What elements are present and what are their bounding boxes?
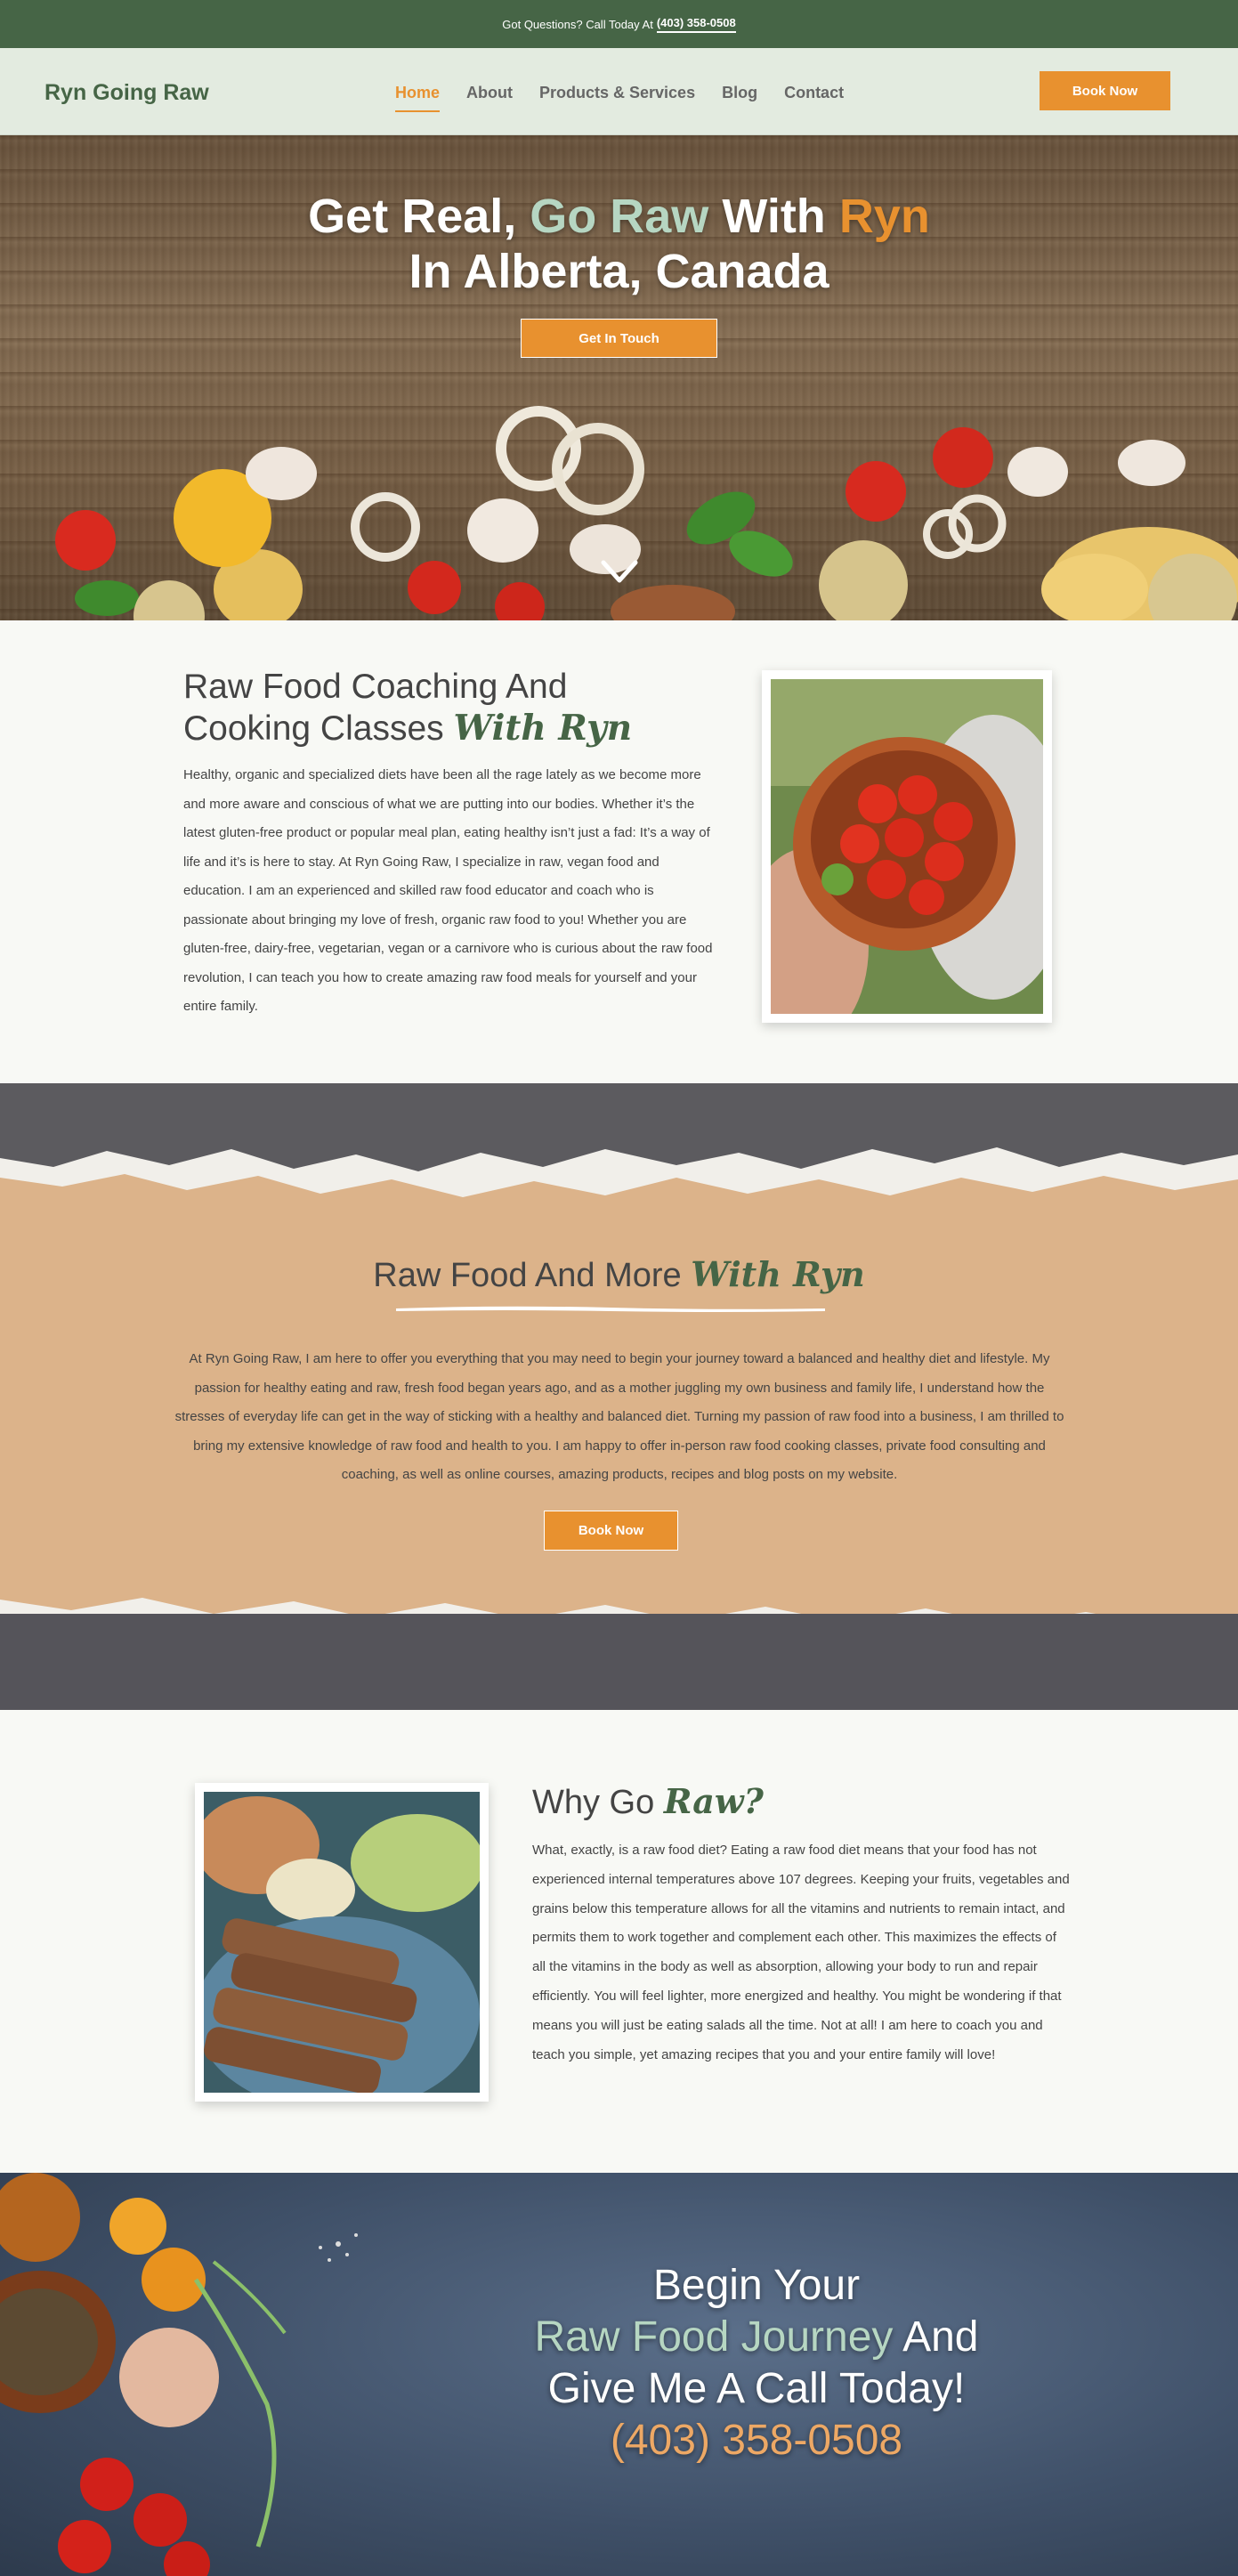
- more-body: At Ryn Going Raw, I am here to offer you…: [174, 1351, 1064, 1482]
- cta-line2-green: Raw Food Journey: [534, 2313, 894, 2361]
- more-title: Raw Food And More With Ryn: [0, 1254, 1238, 1295]
- hero-title-orange: Ryn: [838, 190, 930, 243]
- why-go-raw-section: Why Go Raw? What, exactly, is a raw food…: [0, 1710, 1238, 2173]
- hero-title-part2: With: [722, 190, 826, 243]
- nav-about[interactable]: About: [466, 84, 513, 112]
- get-in-touch-button[interactable]: Get In Touch: [521, 319, 717, 358]
- why-title-script: Raw?: [663, 1781, 764, 1821]
- main-nav: Home About Products & Services Blog Cont…: [395, 84, 844, 112]
- coaching-title: Raw Food Coaching And Cooking Classes Wi…: [183, 667, 682, 749]
- hero-title-green: Go Raw: [530, 190, 709, 243]
- raw-food-more-section: Raw Food And More With Ryn At Ryn Going …: [0, 1083, 1238, 1710]
- nav-contact[interactable]: Contact: [784, 84, 844, 112]
- tomatoes-bowl-image: [744, 679, 1073, 1044]
- hero-title-part1: Get Real,: [308, 190, 517, 243]
- why-title: Why Go Raw?: [532, 1781, 764, 1822]
- why-body: What, exactly, is a raw food diet? Eatin…: [532, 1843, 1070, 2062]
- coaching-title-script: With Ryn: [453, 708, 633, 749]
- bread-photo: [195, 1783, 489, 2112]
- site-logo[interactable]: Ryn Going Raw: [45, 80, 209, 106]
- more-title-script: With Ryn: [691, 1254, 865, 1294]
- hero-section: Get Real, Go Raw With Ryn In Alberta, Ca…: [0, 135, 1238, 620]
- hero-title-line2: In Alberta, Canada: [409, 245, 829, 298]
- call-to-action-section: Begin Your Raw Food Journey And Give Me …: [0, 2173, 1238, 2576]
- why-title-text: Why Go: [532, 1784, 655, 1821]
- coaching-title-line2: Cooking Classes: [183, 709, 444, 748]
- cta-heading: Begin Your Raw Food Journey And Give Me …: [481, 2260, 1032, 2467]
- cta-phone-link[interactable]: (403) 358-0508: [611, 2417, 902, 2464]
- chevron-down-icon[interactable]: [600, 552, 639, 591]
- brush-underline: [396, 1306, 825, 1312]
- more-book-now-button[interactable]: Book Now: [544, 1511, 678, 1551]
- site-header: Ryn Going Raw Home About Products & Serv…: [0, 48, 1238, 135]
- hero-title: Get Real, Go Raw With Ryn In Alberta, Ca…: [0, 189, 1238, 299]
- tomatoes-bowl-photo: [744, 670, 1073, 1044]
- cta-line2-rest: And: [902, 2313, 979, 2361]
- more-title-text: Raw Food And More: [373, 1257, 682, 1294]
- torn-paper-edge-top: [0, 1147, 1238, 1203]
- topbar-text: Got Questions? Call Today At: [502, 17, 653, 31]
- cta-line3: Give Me A Call Today!: [547, 2365, 966, 2412]
- topbar-phone-link[interactable]: (403) 358-0508: [656, 16, 736, 33]
- cta-line1: Begin Your: [652, 2262, 861, 2309]
- bread-plate-image: [195, 1792, 484, 2112]
- top-bar: Got Questions? Call Today At (403) 358-0…: [0, 0, 1238, 48]
- nav-home[interactable]: Home: [395, 84, 441, 112]
- nav-products-services[interactable]: Products & Services: [539, 84, 695, 112]
- coaching-body: Healthy, organic and specialized diets h…: [183, 767, 713, 1014]
- coaching-section: Raw Food Coaching And Cooking Classes Wi…: [0, 620, 1238, 1083]
- nav-blog[interactable]: Blog: [722, 84, 757, 112]
- torn-paper-bottom: [0, 1614, 1238, 1710]
- coaching-title-line1: Raw Food Coaching And: [183, 668, 568, 706]
- header-book-now-button[interactable]: Book Now: [1040, 71, 1170, 110]
